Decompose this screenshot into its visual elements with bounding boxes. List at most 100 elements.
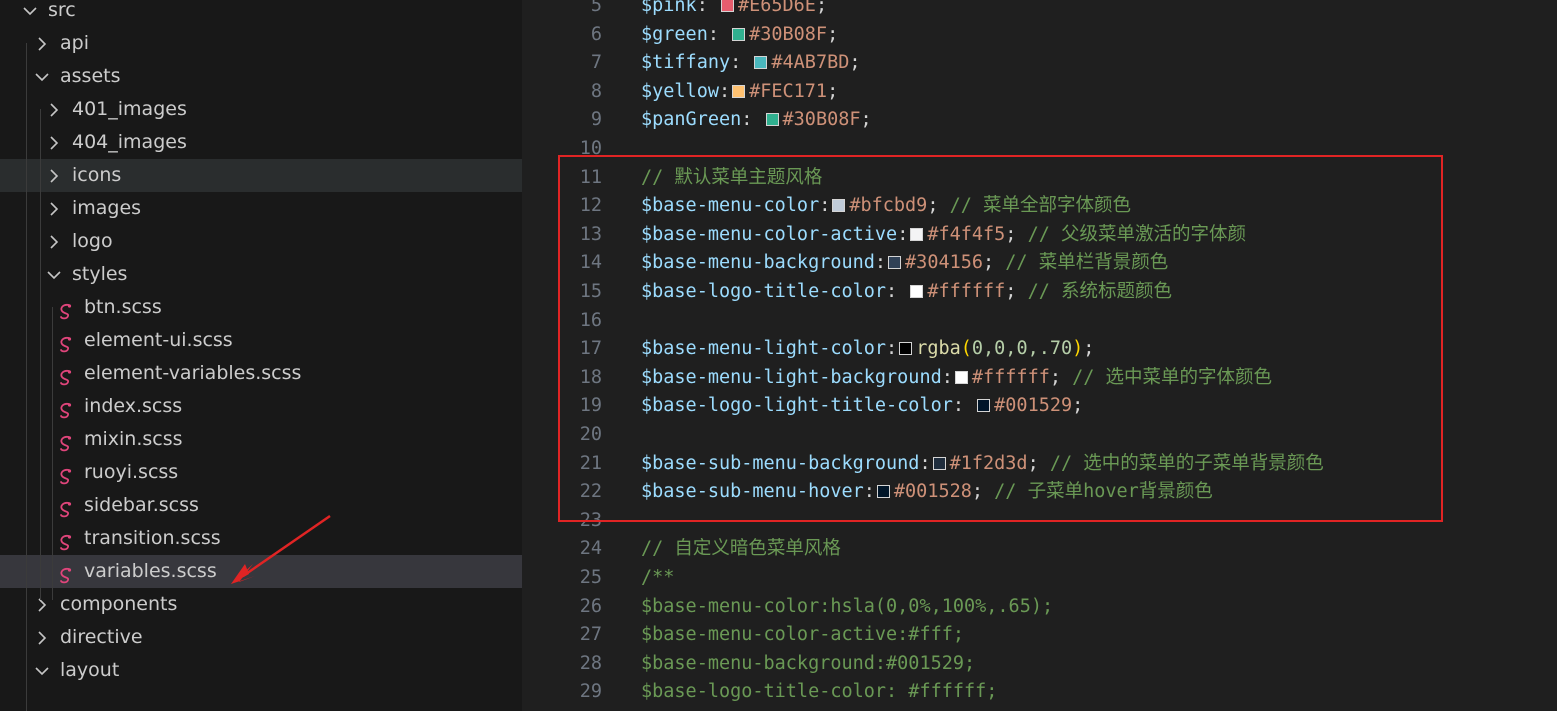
- scss-variable: $green: [641, 23, 708, 45]
- scss-variable: $base-logo-light-title-color: [641, 395, 953, 417]
- line-number: 7: [590, 52, 602, 74]
- folder-item-icons[interactable]: icons: [0, 159, 537, 192]
- scss-variable: $base-menu-color-active: [641, 223, 898, 245]
- code-line: 12 $base-menu-color: #bfcbd9; // 菜单全部字体颜色: [537, 192, 1557, 221]
- folder-label: 404_images: [72, 131, 187, 153]
- folder-item-401-images[interactable]: 401_images: [0, 93, 537, 126]
- file-item-element-ui-scss[interactable]: element-ui.scss: [0, 324, 537, 357]
- function-args: 0,0,0,.70: [971, 338, 1073, 360]
- color-value: #ffffff: [971, 366, 1050, 388]
- punctuation: ;: [1005, 281, 1028, 302]
- folder-item-assets[interactable]: assets: [0, 60, 537, 93]
- scss-variable: $base-sub-menu-hover: [641, 481, 864, 503]
- folder-label: icons: [72, 164, 122, 186]
- color-swatch[interactable]: [754, 56, 768, 70]
- line-number: 24: [579, 538, 602, 560]
- punctuation: :: [741, 109, 764, 131]
- color-swatch[interactable]: [720, 0, 734, 12]
- code-content: $base-menu-background:#001529;: [641, 650, 975, 679]
- color-swatch[interactable]: [732, 27, 746, 41]
- color-swatch[interactable]: [977, 399, 991, 413]
- file-explorer: src api assets 401_images 404_imagesicons ima…: [0, 0, 537, 711]
- file-item-btn-scss[interactable]: btn.scss: [0, 291, 537, 324]
- punctuation: :: [952, 395, 976, 417]
- color-swatch[interactable]: [765, 113, 779, 127]
- color-swatch[interactable]: [954, 370, 968, 384]
- color-swatch[interactable]: [888, 256, 902, 270]
- color-value: #1f2d3d: [949, 452, 1028, 474]
- line-number: 20: [579, 424, 602, 445]
- line-number: 14: [579, 252, 602, 274]
- punctuation: ;: [815, 0, 828, 16]
- color-value: #001529: [994, 395, 1073, 417]
- code-editor[interactable]: 5 $pink: #E65D6E; 6 $green: #30B08F; 7 $tiffa…: [537, 0, 1557, 711]
- color-swatch[interactable]: [910, 227, 924, 241]
- folder-label: layout: [60, 659, 120, 681]
- code-content: $base-menu-color: #bfcbd9; // 菜单全部字体颜色: [641, 192, 1131, 221]
- punctuation: :: [919, 452, 931, 474]
- folder-item-404-images[interactable]: 404_images: [0, 126, 537, 159]
- chevron-right-icon: [34, 27, 50, 60]
- folder-item-logo[interactable]: logo: [0, 225, 537, 258]
- color-swatch[interactable]: [899, 342, 913, 356]
- sass-icon: [58, 299, 74, 320]
- scss-variable: $yellow: [641, 80, 719, 102]
- file-label: btn.scss: [84, 296, 162, 318]
- folder-item-layout[interactable]: layout: [0, 654, 537, 687]
- code-line: 16: [537, 307, 1557, 336]
- code-content: $base-logo-title-color: #ffffff; // 系统标题…: [641, 278, 1172, 307]
- color-swatch[interactable]: [832, 199, 846, 213]
- comment: // 自定义暗色菜单风格: [641, 538, 841, 560]
- color-swatch[interactable]: [932, 456, 946, 470]
- punctuation: ;: [927, 195, 950, 217]
- chevron-right-icon: [46, 225, 62, 258]
- line-number: 16: [579, 309, 602, 331]
- scss-variable: $panGreen: [641, 109, 742, 131]
- comment: // 选中的菜单的子菜单背景颜色: [1049, 452, 1324, 474]
- folder-item-directive[interactable]: directive: [0, 621, 537, 654]
- scss-variable: $base-menu-light-color: [641, 338, 887, 360]
- sass-icon: [58, 563, 74, 584]
- code-content: $base-sub-menu-background: #1f2d3d; // 选中…: [641, 450, 1324, 479]
- code-content: $base-menu-color-active:#fff;: [641, 621, 964, 650]
- code-content: $base-logo-light-title-color: #001529;: [641, 392, 1083, 421]
- folder-item-api[interactable]: api: [0, 27, 537, 60]
- file-item-element-variables-scss[interactable]: element-variables.scss: [0, 357, 537, 390]
- folder-item-src[interactable]: src: [0, 0, 537, 27]
- folder-item-images[interactable]: images: [0, 192, 537, 225]
- comment: $base-logo-title-color: #ffffff;: [641, 681, 998, 703]
- punctuation: ;: [827, 23, 839, 45]
- file-item-ruoyi-scss[interactable]: ruoyi.scss: [0, 456, 537, 489]
- chevron-down-icon: [34, 654, 50, 687]
- explorer-scrollbar[interactable]: [522, 0, 537, 711]
- punctuation: ;: [827, 80, 839, 102]
- line-number: 6: [590, 23, 602, 45]
- red-arrow-annotation: [231, 514, 331, 584]
- folder-item-styles[interactable]: styles: [0, 258, 537, 291]
- folder-item-components[interactable]: components: [0, 588, 537, 621]
- folder-label: assets: [60, 65, 121, 87]
- code-line: 18 $base-menu-light-background: #ffffff; /…: [537, 364, 1557, 393]
- code-content: $base-menu-color:hsla(0,0%,100%,.65);: [641, 593, 1053, 622]
- indent-guide: [52, 307, 53, 600]
- code-line: 29 $base-logo-title-color: #ffffff;: [537, 678, 1557, 707]
- punctuation: ;: [860, 109, 872, 131]
- color-value: #FEC171: [749, 80, 828, 102]
- color-swatch[interactable]: [876, 485, 890, 499]
- chevron-down-icon: [46, 258, 62, 291]
- color-swatch[interactable]: [732, 84, 746, 98]
- paren: (: [960, 338, 972, 360]
- code-line: 10: [537, 135, 1557, 164]
- line-number: 8: [590, 80, 602, 102]
- code-line: 22 $base-sub-menu-hover: #001528; // 子菜单ho…: [537, 478, 1557, 507]
- color-swatch[interactable]: [910, 285, 924, 298]
- code-line: 9 $panGreen: #30B08F;: [537, 106, 1557, 135]
- color-value: #30B08F: [749, 23, 828, 45]
- color-value: #f4f4f5: [927, 223, 1006, 245]
- scss-variable: $base-menu-light-background: [641, 366, 942, 388]
- file-item-mixin-scss[interactable]: mixin.scss: [0, 423, 537, 456]
- color-value: #001528: [893, 481, 972, 503]
- folder-label: styles: [72, 263, 128, 285]
- folder-label: directive: [60, 626, 143, 648]
- file-item-index-scss[interactable]: index.scss: [0, 390, 537, 423]
